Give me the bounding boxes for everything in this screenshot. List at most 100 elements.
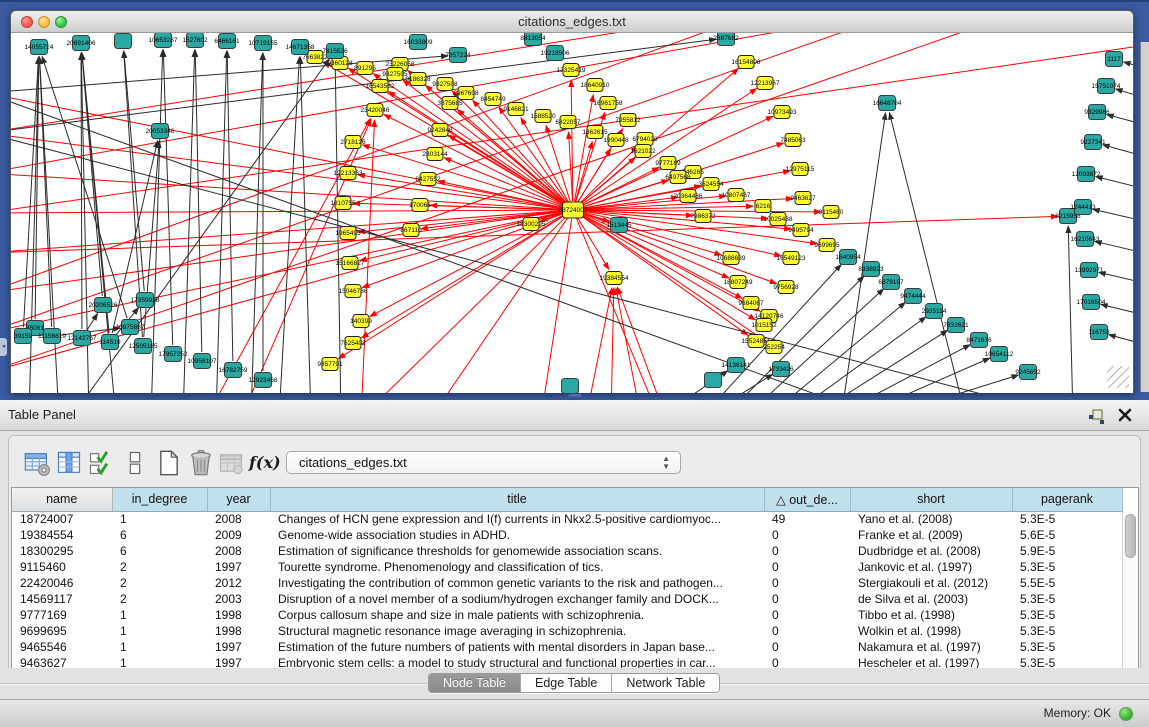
table-cell[interactable]: 5.6E-5 <box>1012 527 1122 543</box>
table-cell[interactable]: 0 <box>764 527 850 543</box>
network-node[interactable]: 6216 <box>755 200 771 213</box>
table-cell[interactable]: 1 <box>112 511 207 527</box>
tab-network-table[interactable]: Network Table <box>612 674 719 693</box>
network-node[interactable]: 20891406 <box>67 36 96 51</box>
table-cell[interactable]: 1997 <box>207 559 270 575</box>
column-header-name[interactable]: name <box>12 488 112 511</box>
network-node[interactable]: 15751074 <box>1092 79 1121 94</box>
network-node[interactable]: 9684067 <box>738 297 764 310</box>
table-cell[interactable]: 9115460 <box>12 559 112 575</box>
network-node[interactable]: 891295 <box>354 62 376 75</box>
network-node[interactable]: 16210643 <box>1071 232 1100 247</box>
column-header-year[interactable]: year <box>207 488 270 511</box>
network-node[interactable]: 10807487 <box>722 189 751 202</box>
network-node[interactable] <box>562 379 579 394</box>
network-node[interactable]: 17016504 <box>1077 295 1106 310</box>
table-row[interactable]: 2242004622012Investigating the contribut… <box>12 575 1122 591</box>
network-node[interactable]: 140399 <box>350 315 372 328</box>
network-node[interactable]: 6822057 <box>555 116 581 129</box>
network-node[interactable]: 6794028 <box>632 133 658 146</box>
table-cell[interactable]: 5.3E-5 <box>1012 511 1122 527</box>
network-node[interactable]: 1117 <box>1106 52 1123 67</box>
table-cell[interactable]: 49 <box>764 511 850 527</box>
table-cell[interactable]: 5.3E-5 <box>1012 639 1122 655</box>
table-cell[interactable]: 6 <box>112 527 207 543</box>
network-node[interactable]: 12975115 <box>786 163 815 176</box>
table-cell[interactable]: 5.3E-5 <box>1012 559 1122 575</box>
network-node[interactable]: 10654112 <box>985 347 1014 362</box>
table-cell[interactable]: 1 <box>112 639 207 655</box>
network-node[interactable]: 1810755 <box>330 197 356 210</box>
table-cell[interactable]: 2009 <box>207 527 270 543</box>
table-cell[interactable]: 2008 <box>207 543 270 559</box>
network-node[interactable]: 16782759 <box>219 363 248 378</box>
network-node[interactable]: 170066 <box>409 199 431 212</box>
network-node[interactable]: 114519 <box>99 335 121 350</box>
table-cell[interactable]: Franke et al. (2009) <box>850 527 1012 543</box>
network-node[interactable]: 17359928 <box>131 293 160 308</box>
table-cell[interactable]: 0 <box>764 591 850 607</box>
table-cell[interactable]: 1 <box>112 607 207 623</box>
network-node[interactable]: 9463627 <box>790 192 816 205</box>
network-node[interactable]: 9699695 <box>814 239 840 252</box>
network-node[interactable]: 9327508 <box>432 78 458 91</box>
window-resize-grip-icon[interactable] <box>1107 366 1129 388</box>
table-scrollbar[interactable] <box>1122 512 1138 672</box>
network-node[interactable]: 9474444 <box>900 289 926 304</box>
table-cell[interactable]: Tourette syndrome. Phenomenology and cla… <box>270 559 764 575</box>
network-node[interactable] <box>115 34 132 49</box>
network-node[interactable]: 9329966 <box>1084 105 1110 120</box>
table-cell[interactable]: Jankovic et al. (1997) <box>850 559 1012 575</box>
table-cell[interactable]: 0 <box>764 623 850 639</box>
network-node[interactable]: 7857224 <box>445 48 471 63</box>
tab-edge-table[interactable]: Edge Table <box>521 674 612 693</box>
table-cell[interactable]: 1 <box>112 623 207 639</box>
network-node[interactable]: 9115460 <box>819 206 844 219</box>
network-node[interactable]: 16961758 <box>594 97 623 110</box>
column-header-out_de[interactable]: △ out_de... <box>764 488 850 511</box>
network-node[interactable]: 8454749 <box>480 93 506 106</box>
network-node[interactable]: 12325419 <box>557 64 586 77</box>
table-column-icon[interactable] <box>55 449 83 477</box>
table-row[interactable]: 977716911998Corpus callosum shape and si… <box>12 607 1122 623</box>
network-node[interactable]: 12213967 <box>751 77 780 90</box>
table-cell[interactable]: 2 <box>112 591 207 607</box>
network-node[interactable]: 9227341 <box>1080 135 1106 150</box>
table-cell[interactable]: Disruption of a novel member of a sodium… <box>270 591 764 607</box>
network-node[interactable]: 1640954 <box>835 250 861 265</box>
table-cell[interactable]: 9465546 <box>12 639 112 655</box>
table-cell[interactable]: 2 <box>112 559 207 575</box>
network-canvas[interactable]: 1872400718300295193845547663822936012889… <box>11 33 1133 393</box>
new-table-icon[interactable] <box>155 449 183 477</box>
table-cell[interactable]: 0 <box>764 543 850 559</box>
network-node[interactable]: 16648784 <box>873 96 902 111</box>
row-height-icon[interactable] <box>121 449 149 477</box>
network-node[interactable]: 16549123 <box>777 252 806 265</box>
table-row[interactable]: 911546021997Tourette syndrome. Phenomeno… <box>12 559 1122 575</box>
network-node[interactable]: 15046736 <box>339 285 368 298</box>
table-cell[interactable]: 0 <box>764 607 850 623</box>
table-cell[interactable]: 5.3E-5 <box>1012 607 1122 623</box>
table-cell[interactable]: Investigating the contribution of common… <box>270 575 764 591</box>
tab-node-table[interactable]: Node Table <box>429 674 521 693</box>
table-cell[interactable]: 6 <box>112 543 207 559</box>
column-header-short[interactable]: short <box>850 488 1012 511</box>
network-node[interactable]: 6466161 <box>214 34 240 49</box>
network-node[interactable]: 1244413 <box>1070 200 1096 215</box>
table-cell[interactable]: 9699695 <box>12 623 112 639</box>
table-cell[interactable]: Structural magnetic resonance image aver… <box>270 623 764 639</box>
table-cell[interactable]: Tibbo et al. (1998) <box>850 607 1012 623</box>
network-window-titlebar[interactable]: citations_edges.txt <box>11 11 1133 33</box>
table-cell[interactable]: 0 <box>764 559 850 575</box>
network-node[interactable]: 1733426 <box>768 362 794 377</box>
table-cell[interactable]: 2008 <box>207 511 270 527</box>
network-node[interactable]: 9777169 <box>655 157 681 170</box>
column-header-in_degree[interactable]: in_degree <box>112 488 207 511</box>
table-cell[interactable]: 14569117 <box>12 591 112 607</box>
table-row[interactable]: 1872400712008Changes of HCN gene express… <box>12 511 1122 527</box>
network-node[interactable]: 9857791 <box>317 358 343 371</box>
network-node[interactable]: 2718126 <box>340 136 366 149</box>
table-cell[interactable]: 2012 <box>207 575 270 591</box>
memory-status-indicator[interactable] <box>1119 707 1133 721</box>
network-node[interactable]: 9146821 <box>503 103 529 116</box>
